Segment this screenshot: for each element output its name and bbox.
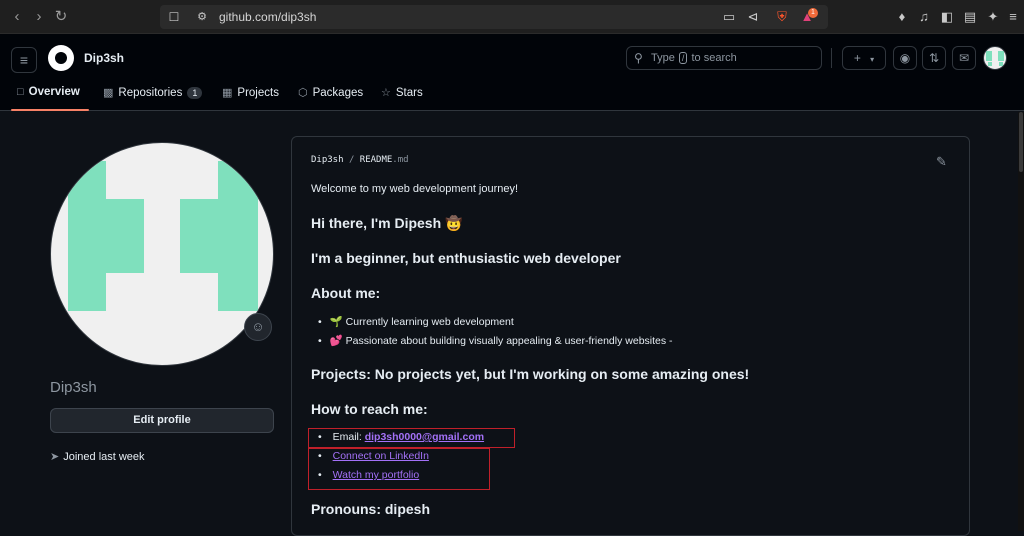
active-tab-indicator: [11, 109, 89, 111]
readme-file-ext: .md: [392, 155, 409, 165]
inbox-icon[interactable]: ✉: [952, 46, 976, 70]
tab-packages[interactable]: ⬡ Packages: [298, 86, 363, 99]
reload-icon[interactable]: ↻: [52, 8, 70, 26]
readme-heading-beginner: I'm a beginner, but enthusiastic web dev…: [311, 250, 621, 266]
site-info-icon[interactable]: ⚙: [193, 8, 211, 26]
set-status-smiley-icon[interactable]: ☺: [244, 313, 272, 341]
book-icon: □: [17, 86, 24, 98]
readme-owner-link[interactable]: Dip3sh: [311, 155, 344, 165]
bookmark-icon[interactable]: ☐: [165, 8, 183, 26]
profile-avatar[interactable]: [50, 142, 274, 366]
plus-icon: +: [853, 51, 861, 65]
media-icon[interactable]: ♫: [915, 8, 933, 26]
star-icon: ☆: [381, 87, 391, 99]
back-icon[interactable]: ‹: [8, 8, 26, 26]
scrollbar-thumb[interactable]: [1019, 112, 1023, 172]
list-item: 🌱 Currently learning web development: [318, 315, 514, 328]
search-shortcut-key: /: [678, 52, 688, 64]
browser-menu-icon[interactable]: ≡: [1004, 8, 1022, 26]
package-icon: ⬡: [298, 87, 308, 99]
caret-down-icon: ▾: [870, 55, 875, 64]
extensions-icon[interactable]: ♦: [893, 8, 911, 26]
header-username[interactable]: Dip3sh: [84, 51, 124, 65]
hamburger-menu-icon[interactable]: ≡: [11, 47, 37, 73]
readme-heading-projects: Projects: No projects yet, but I'm worki…: [311, 366, 750, 382]
search-suffix: to search: [691, 52, 737, 64]
brave-shield-icon[interactable]: ⛨: [773, 8, 791, 26]
repo-icon: ▩: [103, 87, 114, 99]
search-icon: ⚲: [634, 51, 643, 65]
edit-readme-pencil-icon[interactable]: ✎: [936, 154, 947, 170]
share-icon[interactable]: ⊲: [744, 8, 762, 26]
rocket-icon: ➤: [50, 451, 60, 463]
issues-icon[interactable]: ◉: [893, 46, 917, 70]
repo-count-badge: 1: [187, 87, 203, 99]
rewards-badge: 1: [808, 8, 818, 18]
readme-heading-pronouns: Pronouns: dipesh: [311, 501, 430, 517]
sidebar-icon[interactable]: ◧: [938, 8, 956, 26]
tab-repositories[interactable]: ▩ Repositories 1: [103, 86, 203, 99]
readme-heading-reach: How to reach me:: [311, 401, 428, 417]
search-prefix: Type: [651, 52, 675, 64]
user-avatar[interactable]: [983, 46, 1007, 70]
search-input[interactable]: ⚲ Type / to search: [626, 46, 822, 70]
page-scrollbar[interactable]: [1018, 112, 1024, 531]
readme-path: Dip3sh / README.md: [311, 155, 409, 165]
create-new-button[interactable]: + ▾: [842, 46, 886, 70]
tab-stars[interactable]: ☆ Stars: [381, 86, 423, 99]
tab-projects[interactable]: ▦ Projects: [222, 86, 279, 99]
wallet-icon[interactable]: ▤: [961, 8, 979, 26]
tab-overview[interactable]: □ Overview: [17, 86, 80, 98]
readme-heading-about: About me:: [311, 285, 381, 301]
github-header: ≡ Dip3sh ⚲ Type / to search + ▾ ◉ ⇅ ✉ □ O…: [0, 34, 1024, 111]
table-icon: ▦: [222, 87, 233, 99]
profile-username: Dip3sh: [50, 379, 97, 396]
cast-icon[interactable]: ▭: [720, 8, 738, 26]
pull-requests-icon[interactable]: ⇅: [922, 46, 946, 70]
readme-intro: Welcome to my web development journey!: [311, 183, 519, 195]
list-item: 💕 Passionate about building visually app…: [318, 334, 673, 347]
readme-heading-hi: Hi there, I'm Dipesh 🤠: [311, 215, 463, 231]
github-logo-icon[interactable]: [48, 45, 74, 71]
annotation-box-links: [308, 448, 490, 490]
annotation-box-email: [308, 428, 515, 448]
path-separator: /: [348, 155, 355, 165]
header-divider: [831, 48, 832, 68]
leo-ai-icon[interactable]: ✦: [984, 8, 1002, 26]
joined-info: ➤ Joined last week: [50, 451, 145, 463]
edit-profile-button[interactable]: Edit profile: [50, 408, 274, 433]
forward-icon[interactable]: ›: [30, 8, 48, 26]
readme-file-link[interactable]: README: [360, 155, 393, 165]
url-text[interactable]: github.com/dip3sh: [219, 10, 316, 24]
